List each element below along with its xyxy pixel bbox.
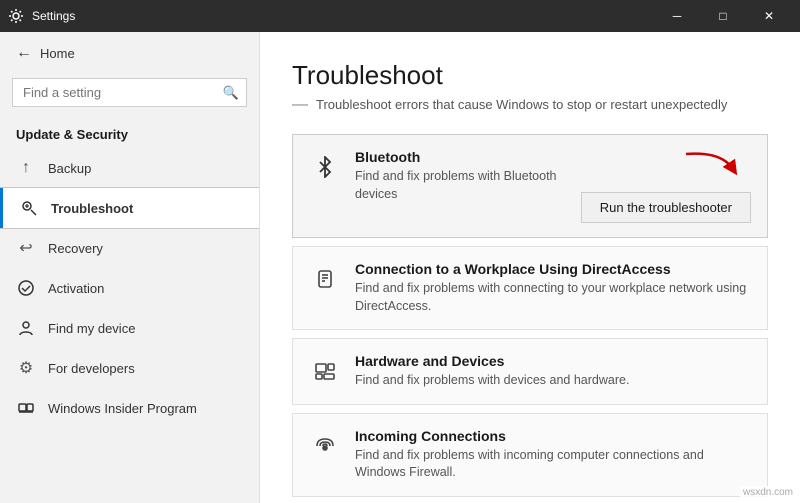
for-developers-icon: ⚙ xyxy=(16,358,36,378)
hardware-devices-icon xyxy=(309,355,341,387)
troubleshoot-item-incoming: Incoming Connections Find and fix proble… xyxy=(292,413,768,497)
titlebar-controls: ─ □ ✕ xyxy=(654,0,792,32)
bluetooth-icon xyxy=(309,151,341,183)
sidebar-item-recovery-label: Recovery xyxy=(48,241,103,256)
sidebar-item-activation[interactable]: Activation xyxy=(0,268,259,308)
troubleshoot-item-hardware: Hardware and Devices Find and fix proble… xyxy=(292,338,768,405)
search-input[interactable] xyxy=(12,78,247,107)
sidebar-item-windows-insider-label: Windows Insider Program xyxy=(48,401,197,416)
minimize-button[interactable]: ─ xyxy=(654,0,700,32)
sidebar-item-windows-insider[interactable]: Windows Insider Program xyxy=(0,388,259,428)
watermark: wsxdn.com xyxy=(740,486,796,499)
search-icon: 🔍 xyxy=(223,85,239,101)
hardware-item-desc: Find and fix problems with devices and h… xyxy=(355,372,751,390)
run-troubleshooter-button[interactable]: Run the troubleshooter xyxy=(581,192,751,223)
incoming-connections-icon xyxy=(309,430,341,462)
troubleshoot-item-bluetooth: Bluetooth Find and fix problems with Blu… xyxy=(292,134,768,238)
sidebar-section-title: Update & Security xyxy=(0,119,259,148)
sidebar-item-for-developers-label: For developers xyxy=(48,361,135,376)
bluetooth-item-title: Bluetooth xyxy=(355,149,559,165)
sidebar: ← Home 🔍 Update & Security ↑ Backup Trou… xyxy=(0,32,260,503)
subtitle-dash: — xyxy=(292,96,308,114)
sidebar-item-troubleshoot-label: Troubleshoot xyxy=(51,201,133,216)
sidebar-item-backup[interactable]: ↑ Backup xyxy=(0,148,259,188)
sidebar-item-recovery[interactable]: ↩ Recovery xyxy=(0,228,259,268)
hardware-item-title: Hardware and Devices xyxy=(355,353,751,369)
sidebar-item-for-developers[interactable]: ⚙ For developers xyxy=(0,348,259,388)
back-icon: ← xyxy=(16,44,32,62)
page-title: Troubleshoot xyxy=(292,60,768,91)
troubleshoot-item-directaccess: Connection to a Workplace Using DirectAc… xyxy=(292,246,768,330)
page-subtitle: — Troubleshoot errors that cause Windows… xyxy=(292,97,768,114)
recovery-icon: ↩ xyxy=(16,238,36,258)
hardware-item-text: Hardware and Devices Find and fix proble… xyxy=(355,353,751,390)
windows-insider-icon xyxy=(16,398,36,418)
directaccess-item-title: Connection to a Workplace Using DirectAc… xyxy=(355,261,751,277)
incoming-item-text: Incoming Connections Find and fix proble… xyxy=(355,428,751,482)
sidebar-item-activation-label: Activation xyxy=(48,281,104,296)
sidebar-item-backup-label: Backup xyxy=(48,161,91,176)
sidebar-item-find-my-device[interactable]: Find my device xyxy=(0,308,259,348)
activation-icon xyxy=(16,278,36,298)
directaccess-item-desc: Find and fix problems with connecting to… xyxy=(355,280,751,315)
titlebar-title: Settings xyxy=(32,9,75,23)
sidebar-search-container: 🔍 xyxy=(12,78,247,107)
incoming-item-title: Incoming Connections xyxy=(355,428,751,444)
red-arrow-annotation xyxy=(681,149,741,179)
close-button[interactable]: ✕ xyxy=(746,0,792,32)
settings-app-icon xyxy=(8,8,24,24)
directaccess-item-text: Connection to a Workplace Using DirectAc… xyxy=(355,261,751,315)
find-my-device-icon xyxy=(16,318,36,338)
backup-icon: ↑ xyxy=(16,158,36,178)
sidebar-back-button[interactable]: ← Home xyxy=(0,32,259,74)
troubleshoot-icon xyxy=(19,198,39,218)
incoming-item-desc: Find and fix problems with incoming comp… xyxy=(355,447,751,482)
subtitle-text: Troubleshoot errors that cause Windows t… xyxy=(316,97,727,112)
titlebar-left: Settings xyxy=(8,8,75,24)
app-body: ← Home 🔍 Update & Security ↑ Backup Trou… xyxy=(0,32,800,503)
titlebar: Settings ─ □ ✕ xyxy=(0,0,800,32)
bluetooth-item-desc: Find and fix problems with Bluetooth dev… xyxy=(355,168,559,203)
directaccess-icon xyxy=(309,263,341,295)
home-label: Home xyxy=(40,46,75,61)
maximize-button[interactable]: □ xyxy=(700,0,746,32)
sidebar-item-find-my-device-label: Find my device xyxy=(48,321,135,336)
bluetooth-item-text: Bluetooth Find and fix problems with Blu… xyxy=(355,149,559,203)
main-panel: Troubleshoot — Troubleshoot errors that … xyxy=(260,32,800,503)
sidebar-item-troubleshoot[interactable]: Troubleshoot xyxy=(0,188,259,228)
